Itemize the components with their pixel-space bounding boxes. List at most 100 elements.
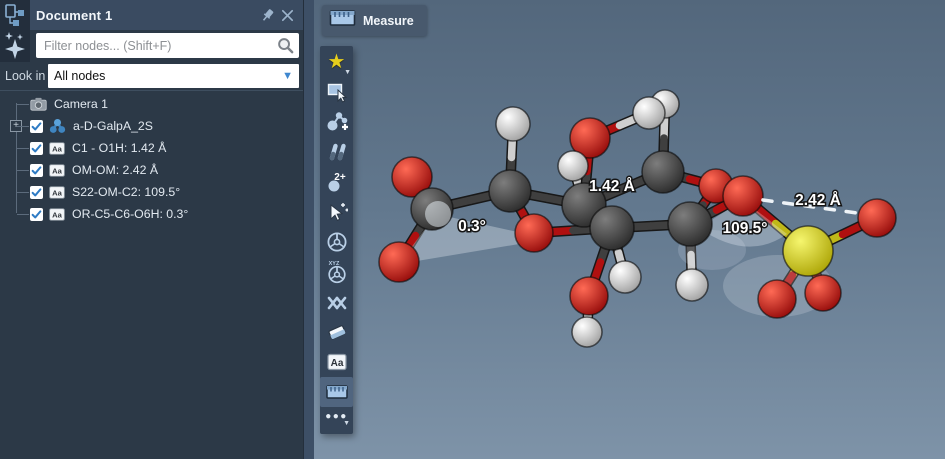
eraser-icon bbox=[326, 321, 348, 343]
node-visibility-checkbox[interactable] bbox=[30, 208, 43, 221]
look-in-value: All nodes bbox=[54, 69, 282, 83]
atom-H[interactable] bbox=[572, 317, 602, 347]
label-icon: Aa bbox=[49, 164, 65, 177]
chevron-down-icon: ▼ bbox=[343, 421, 350, 427]
measurement-label: 0.3° bbox=[458, 218, 486, 235]
atom-O[interactable] bbox=[515, 214, 553, 252]
label-tool-button[interactable]: Aa bbox=[320, 347, 353, 377]
tree-item-camera-1[interactable]: Camera 1 bbox=[0, 93, 303, 115]
atom-C[interactable] bbox=[489, 170, 531, 212]
node-visibility-checkbox[interactable] bbox=[30, 120, 43, 133]
measure-button-label: Measure bbox=[363, 14, 414, 28]
ruler-icon bbox=[325, 382, 349, 402]
viewport-3d[interactable]: 0.3°1.42 Å109.5°2.42 Å Measure ★▼2+XYZAa… bbox=[314, 0, 945, 459]
move-cursor-icon bbox=[326, 201, 348, 223]
node-visibility-checkbox[interactable] bbox=[30, 142, 43, 155]
sparkles-icon[interactable] bbox=[0, 30, 30, 60]
node-visibility-checkbox[interactable] bbox=[30, 164, 43, 177]
look-in-row: Look in All nodes ▼ bbox=[0, 62, 303, 91]
tree-guide-stub bbox=[17, 126, 29, 127]
tree-item-label: C1 - O1H: 1.42 Å bbox=[72, 141, 166, 155]
camera-icon bbox=[30, 97, 47, 111]
atom-O[interactable] bbox=[805, 275, 841, 311]
measure-tool-button[interactable] bbox=[320, 377, 353, 407]
translate-tool-button[interactable]: XYZ bbox=[320, 257, 353, 287]
tree-guide-stub bbox=[17, 104, 29, 105]
look-in-dropdown[interactable]: All nodes ▼ bbox=[48, 64, 299, 88]
measurement-label: 109.5° bbox=[723, 220, 768, 237]
tree-guide-stub bbox=[17, 148, 29, 149]
tree-item-c1-o1h-1-42[interactable]: Aa C1 - O1H: 1.42 Å bbox=[0, 137, 303, 159]
label-icon: Aa bbox=[49, 186, 65, 199]
measurement-label: 2.42 Å bbox=[795, 192, 841, 209]
panel-titlebar: Document 1 bbox=[30, 0, 303, 30]
node-tree: Camera 1+a-D-GalpA_2SAaC1 - O1H: 1.42 ÅA… bbox=[0, 93, 303, 225]
tree-item-label: OM-OM: 2.42 Å bbox=[72, 163, 158, 177]
move-tool-button[interactable] bbox=[320, 197, 353, 227]
atom-C[interactable] bbox=[642, 151, 684, 193]
application-window: Document 1 bbox=[0, 0, 945, 459]
atom-C[interactable] bbox=[590, 206, 634, 250]
close-panel-button[interactable] bbox=[277, 5, 297, 25]
atom-H[interactable] bbox=[558, 151, 588, 181]
tree-item-a-d-galpa-2s[interactable]: a-D-GalpA_2S bbox=[0, 115, 303, 137]
atom-O[interactable] bbox=[570, 277, 608, 315]
edit-toolbar: ★▼2+XYZAa●●●▼ bbox=[320, 46, 353, 434]
atom-H[interactable] bbox=[609, 261, 641, 293]
tree-item-om-om-2-42[interactable]: Aa OM-OM: 2.42 Å bbox=[0, 159, 303, 181]
filter-section bbox=[30, 30, 303, 62]
atom-H[interactable] bbox=[633, 97, 665, 129]
label-icon: Aa bbox=[49, 208, 65, 221]
search-icon[interactable] bbox=[276, 36, 295, 60]
xyz-wheel-icon: XYZ bbox=[326, 260, 348, 284]
bond-tool-button[interactable] bbox=[320, 137, 353, 167]
label-icon: Aa bbox=[49, 142, 65, 155]
chevron-down-icon: ▼ bbox=[344, 69, 351, 76]
svg-text:Aa: Aa bbox=[52, 210, 62, 219]
tree-guide-stub bbox=[17, 214, 29, 215]
atom-O[interactable] bbox=[758, 280, 796, 318]
bonds-icon bbox=[326, 141, 348, 163]
measurement-label: 1.42 Å bbox=[589, 178, 635, 195]
tree-guide-stub bbox=[17, 192, 29, 193]
ruler-icon bbox=[329, 7, 356, 34]
tree-item-label: OR-C5-C6-O6H: 0.3° bbox=[72, 207, 188, 221]
atom-S[interactable] bbox=[783, 226, 833, 276]
document-view-icon[interactable] bbox=[0, 0, 30, 30]
atom-O[interactable] bbox=[723, 176, 763, 216]
atom-H[interactable] bbox=[496, 107, 530, 141]
rotate-wheel-icon bbox=[326, 231, 348, 253]
tree-item-or-c5-c6-o6h-0-3[interactable]: Aa OR-C5-C6-O6H: 0.3° bbox=[0, 203, 303, 225]
tree-item-label: S22-OM-C2: 109.5° bbox=[72, 185, 180, 199]
atom-O[interactable] bbox=[858, 199, 896, 237]
twister-icon bbox=[326, 291, 348, 313]
panel-scrollbar[interactable] bbox=[303, 0, 314, 459]
tree-section: Camera 1+a-D-GalpA_2SAaC1 - O1H: 1.42 ÅA… bbox=[0, 91, 303, 459]
node-visibility-checkbox[interactable] bbox=[30, 186, 43, 199]
atom-H[interactable] bbox=[676, 269, 708, 301]
measure-button[interactable]: Measure bbox=[322, 5, 427, 36]
label-box-icon: Aa bbox=[326, 352, 348, 372]
add-atoms-tool-button[interactable] bbox=[320, 107, 353, 137]
twist-tool-button[interactable] bbox=[320, 287, 353, 317]
atom-O[interactable] bbox=[379, 242, 419, 282]
selection-tool-button[interactable] bbox=[320, 77, 353, 107]
look-in-label: Look in bbox=[5, 69, 48, 83]
star-icon: ★ bbox=[328, 52, 346, 72]
filter-nodes-input[interactable] bbox=[36, 33, 299, 58]
tree-item-s22-om-c2-109-5[interactable]: Aa S22-OM-C2: 109.5° bbox=[0, 181, 303, 203]
atom-layer bbox=[379, 90, 896, 347]
wedge-layer-front bbox=[425, 201, 451, 227]
molecule-3d-view[interactable]: 0.3° 1.42 Å 109.5° 2.42 Å bbox=[314, 0, 945, 459]
select-icon bbox=[326, 81, 348, 103]
atom-C[interactable] bbox=[668, 202, 712, 246]
visual-presets-button[interactable]: ★▼ bbox=[320, 47, 353, 77]
tree-guide-stub bbox=[17, 170, 29, 171]
pin-panel-button[interactable] bbox=[257, 5, 277, 25]
charge-tool-button[interactable]: 2+ bbox=[320, 167, 353, 197]
erase-tool-button[interactable] bbox=[320, 317, 353, 347]
rotate-tool-button[interactable] bbox=[320, 227, 353, 257]
more-tools-button[interactable]: ●●●▼ bbox=[320, 407, 353, 433]
tree-item-label: a-D-GalpA_2S bbox=[73, 119, 153, 133]
add-atoms-icon bbox=[326, 111, 348, 133]
